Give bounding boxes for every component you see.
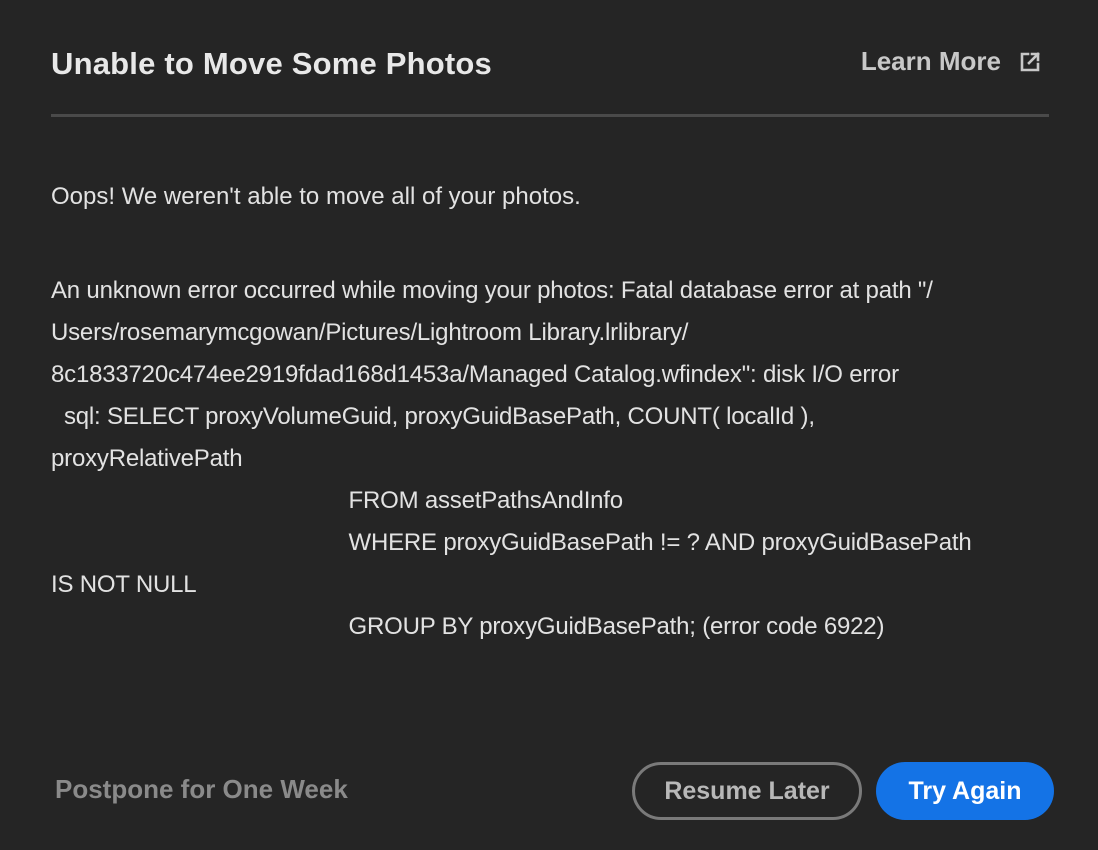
dialog-footer: Postpone for One Week Resume Later Try A…: [0, 762, 1098, 820]
error-details: An unknown error occurred while moving y…: [51, 277, 972, 640]
dialog-header: Unable to Move Some Photos Learn More: [51, 40, 1049, 90]
header-divider: [51, 114, 1049, 117]
dialog-message: Oops! We weren't able to move all of you…: [51, 183, 581, 210]
dialog-body: Oops! We weren't able to move all of you…: [51, 176, 1049, 648]
external-link-icon: [1019, 51, 1041, 73]
resume-later-button[interactable]: Resume Later: [632, 762, 862, 820]
dialog-title: Unable to Move Some Photos: [51, 46, 492, 81]
error-dialog: Unable to Move Some Photos Learn More Oo…: [0, 0, 1098, 850]
learn-more-link[interactable]: Learn More: [861, 46, 1041, 77]
postpone-button[interactable]: Postpone for One Week: [55, 774, 348, 805]
learn-more-label: Learn More: [860, 46, 1001, 76]
try-again-button[interactable]: Try Again: [876, 762, 1054, 820]
